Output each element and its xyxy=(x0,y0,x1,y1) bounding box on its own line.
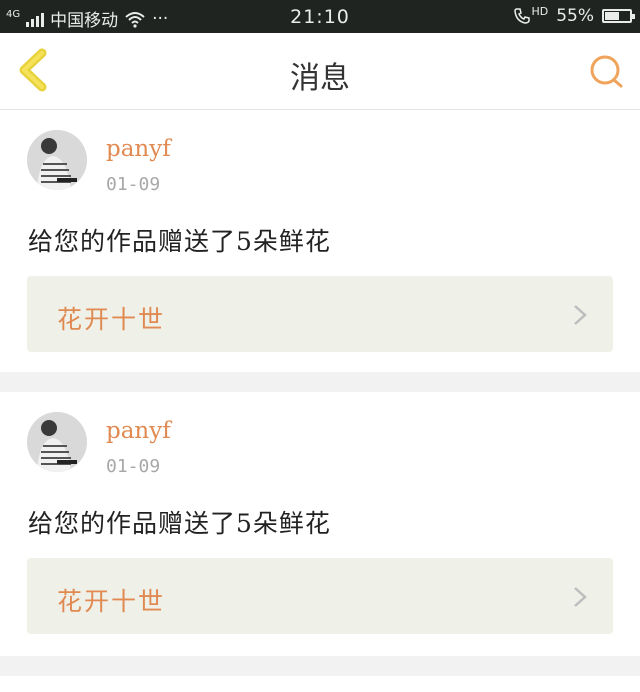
hd-label: HD xyxy=(531,5,549,18)
chevron-right-icon xyxy=(574,587,587,607)
message-text: 给您的作品赠送了5朵鲜花 xyxy=(28,509,331,538)
work-title: 花开十世 xyxy=(57,305,166,334)
search-button[interactable] xyxy=(588,53,626,91)
nav-header: 消息 xyxy=(0,33,640,110)
next-card-edge xyxy=(0,676,640,692)
chevron-right-icon xyxy=(574,305,587,325)
status-right: HD 55% xyxy=(513,5,635,26)
avatar-image xyxy=(27,130,87,190)
message-card: panyf 01-09 给您的作品赠送了5朵鲜花 花开十世 xyxy=(0,110,640,372)
message-card: panyf 01-09 给您的作品赠送了5朵鲜花 花开十世 xyxy=(0,392,640,656)
battery-icon xyxy=(602,9,635,23)
work-title: 花开十世 xyxy=(57,587,166,616)
battery-fill xyxy=(605,12,620,20)
battery-percent: 55% xyxy=(556,6,594,26)
page-title: 消息 xyxy=(290,61,350,96)
username[interactable]: panyf xyxy=(106,418,171,444)
avatar-image xyxy=(27,412,87,472)
message-date: 01-09 xyxy=(106,456,161,477)
work-link[interactable]: 花开十世 xyxy=(27,558,613,634)
message-date: 01-09 xyxy=(106,174,161,195)
avatar[interactable] xyxy=(27,130,87,190)
status-bar: 4G 中国移动 ··· 21:10 HD 55% xyxy=(0,0,640,33)
search-icon xyxy=(590,55,623,88)
work-link[interactable]: 花开十世 xyxy=(27,276,613,352)
username[interactable]: panyf xyxy=(106,136,171,162)
phone-hd-icon: HD xyxy=(513,5,549,25)
avatar[interactable] xyxy=(27,412,87,472)
message-text: 给您的作品赠送了5朵鲜花 xyxy=(28,227,331,256)
